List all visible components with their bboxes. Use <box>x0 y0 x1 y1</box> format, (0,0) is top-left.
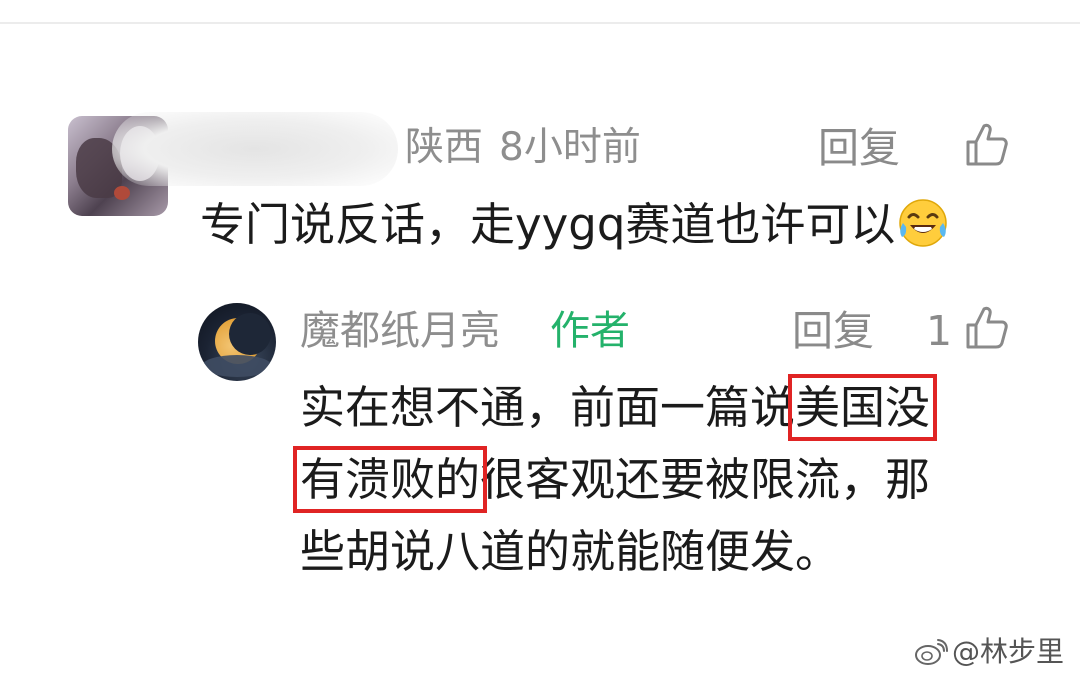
comment-reply-button[interactable]: 回复 <box>818 122 900 174</box>
reply-text-plain: 很客观还要被限流，那 <box>480 453 931 506</box>
reply-username[interactable]: 魔都纸月亮 <box>300 304 500 358</box>
reply-text-line: 些胡说八道的就能随便发。 <box>300 525 841 578</box>
top-divider <box>0 0 1080 24</box>
reply-text-line: 有溃败的很客观还要被限流，那 <box>292 444 1040 516</box>
thumbs-up-icon[interactable] <box>962 120 1010 168</box>
author-avatar[interactable] <box>198 303 276 381</box>
weibo-watermark: @林步里 <box>914 632 1064 672</box>
highlight-box: 有溃败的 <box>292 446 488 513</box>
thumbs-up-icon[interactable] <box>962 303 1010 351</box>
blurred-username <box>112 112 398 186</box>
laughing-tears-emoji-icon <box>899 199 948 247</box>
comment-text: 专门说反话，走yygq赛道也许可以 <box>200 195 1060 255</box>
reply-text: 实在想不通，前面一篇说美国没 有溃败的很客观还要被限流，那 些胡说八道的就能随便… <box>292 372 1040 588</box>
comment-time: 8小时前 <box>499 125 641 170</box>
comment-location: 陕西 <box>405 125 484 170</box>
author-badge: 作者 <box>550 308 630 354</box>
highlight-box: 美国没 <box>788 374 938 441</box>
watermark-text: @林步里 <box>952 635 1065 668</box>
reply-reply-button[interactable]: 回复 <box>792 304 874 358</box>
comment-text-body: 专门说反话，走yygq赛道也许可以 <box>200 198 896 251</box>
weibo-logo-icon <box>915 639 948 665</box>
reply-text-line: 实在想不通，前面一篇说美国没 <box>300 372 1040 444</box>
like-count: 1 <box>926 307 953 355</box>
comment-meta: 陕西 8小时前 <box>405 122 657 174</box>
reply-text-plain: 实在想不通，前面一篇说 <box>300 381 796 434</box>
